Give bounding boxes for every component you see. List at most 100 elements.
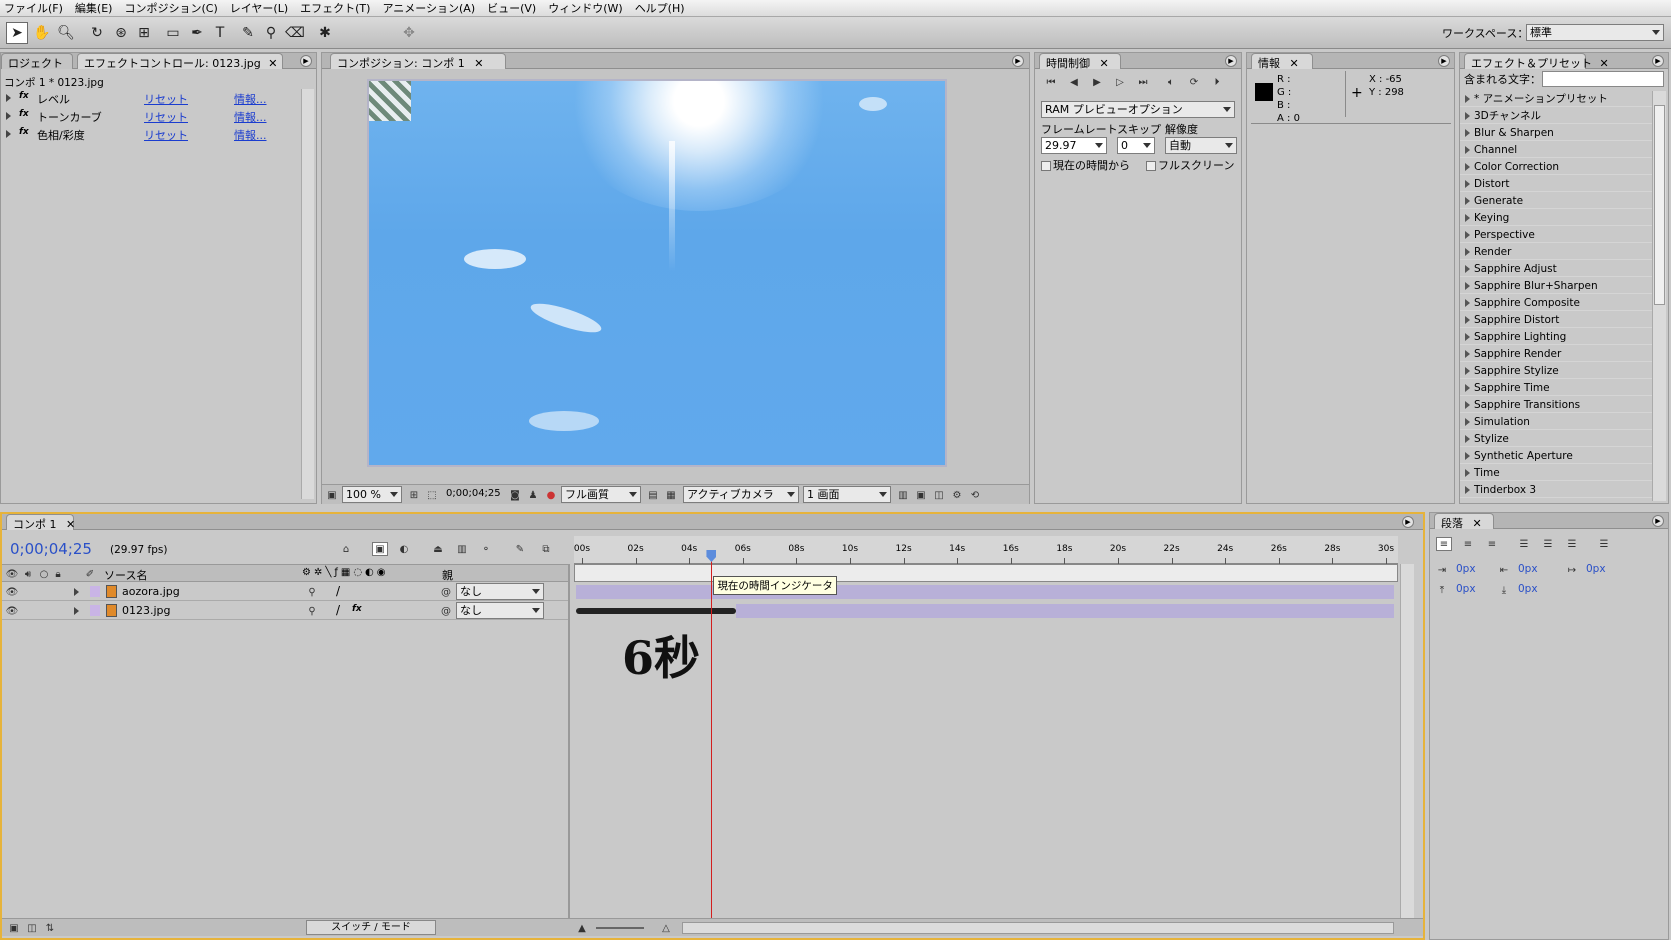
views-select[interactable]: 1 画面 — [803, 486, 891, 503]
rectangle-tool-icon[interactable]: ▭ — [162, 22, 184, 44]
menu-layer[interactable]: レイヤー(L) — [230, 0, 288, 16]
last-frame-icon[interactable]: ⏭ — [1135, 75, 1151, 89]
graph-editor-icon[interactable]: ⚬ — [478, 542, 494, 556]
horizontal-scrollbar[interactable] — [682, 922, 1394, 934]
quality-switch-icon[interactable]: / — [336, 603, 340, 617]
current-time-indicator[interactable] — [711, 550, 713, 930]
preset-item[interactable]: Color Correction — [1460, 159, 1652, 175]
parent-select[interactable]: なし — [456, 583, 544, 600]
from-current-checkbox[interactable]: 現在の時間から — [1041, 157, 1130, 173]
zoom-in-icon[interactable]: △ — [658, 921, 674, 935]
fx-icon[interactable]: fx — [19, 109, 29, 119]
preset-item[interactable]: Time — [1460, 465, 1652, 481]
zoom-tool-icon[interactable]: 🔍︎ — [55, 22, 77, 44]
skip-select[interactable]: 0 — [1117, 137, 1155, 154]
preset-item[interactable]: Render — [1460, 244, 1652, 260]
layer-row[interactable]: 👁︎ aozora.jpg ⚲ / @ なし — [2, 583, 568, 601]
scrollbar[interactable] — [1400, 564, 1414, 926]
panel-menu-icon[interactable]: ▶ — [1652, 515, 1664, 527]
tab-composition[interactable]: コンポジション: コンポ 1 ✕ — [330, 53, 506, 70]
menu-window[interactable]: ウィンドウ(W) — [548, 0, 622, 16]
preset-item[interactable]: Sapphire Time — [1460, 380, 1652, 396]
text-tool-icon[interactable]: T — [209, 22, 231, 44]
panel-menu-icon[interactable]: ▶ — [1012, 55, 1024, 67]
align-center-icon[interactable]: ≡ — [1460, 537, 1476, 551]
parent-header[interactable]: 親 — [442, 567, 453, 583]
workspace-select[interactable]: 標準 — [1526, 24, 1664, 41]
draft-icon[interactable]: ◐ — [396, 542, 412, 556]
layer-name[interactable]: 0123.jpg — [122, 604, 171, 617]
channel-icon[interactable]: ● — [543, 488, 559, 502]
layer-row[interactable]: 👁︎ 0123.jpg ⚲ / fx @ なし — [2, 602, 568, 620]
preset-item[interactable]: Sapphire Render — [1460, 346, 1652, 362]
align-left-icon[interactable]: ≡ — [1436, 537, 1452, 551]
menu-file[interactable]: ファイル(F) — [4, 0, 63, 16]
brush-tool-icon[interactable]: ✎ — [237, 22, 259, 44]
zoom-select[interactable]: 100 % — [342, 486, 402, 503]
close-icon[interactable]: ✕ — [474, 57, 483, 70]
close-icon[interactable]: ✕ — [1473, 517, 1482, 530]
preset-item[interactable]: 3Dチャンネル — [1460, 108, 1652, 124]
prev-frame-icon[interactable]: ◀ — [1066, 75, 1082, 89]
fullscreen-checkbox[interactable]: フルスクリーン — [1146, 157, 1234, 173]
preset-item[interactable]: Sapphire Distort — [1460, 312, 1652, 328]
indent-first-value[interactable]: 0px — [1586, 563, 1606, 575]
parent-select[interactable]: なし — [456, 602, 544, 619]
close-icon[interactable]: ✕ — [66, 518, 75, 531]
expand-icon[interactable] — [6, 130, 11, 138]
panel-menu-icon[interactable]: ▶ — [1438, 55, 1450, 67]
preset-item[interactable]: Tinderbox 3 — [1460, 482, 1652, 498]
comp-timecode[interactable]: 0;00;04;25 — [446, 488, 501, 499]
menu-view[interactable]: ビュー(V) — [487, 0, 536, 16]
search-input[interactable] — [1542, 71, 1664, 87]
menu-composition[interactable]: コンポジション(C) — [124, 0, 217, 16]
expand-icon[interactable] — [6, 94, 11, 102]
lock-icon[interactable]: 🔒︎ — [50, 567, 66, 581]
comp-mini-flowchart-icon[interactable]: ⌂ — [338, 542, 354, 556]
eraser-tool-icon[interactable]: ⌫ — [284, 22, 306, 44]
transparency-icon[interactable]: ▤ — [645, 488, 661, 502]
always-preview-icon[interactable]: ▣ — [324, 488, 340, 502]
expand-icon[interactable] — [74, 588, 79, 596]
quality-select[interactable]: フル画質 — [561, 486, 641, 503]
preset-item[interactable]: Perspective — [1460, 227, 1652, 243]
exposure-icon[interactable]: ⟲ — [967, 488, 983, 502]
transfer-controls-icon[interactable]: ◫ — [24, 921, 40, 935]
pickwhip-icon[interactable]: @ — [438, 585, 454, 599]
loop-icon[interactable]: ⟳ — [1186, 75, 1202, 89]
close-icon[interactable]: ✕ — [1600, 57, 1609, 70]
roi-icon[interactable]: ⬚ — [424, 488, 440, 502]
layer-bar[interactable] — [736, 604, 1394, 618]
time-ruler[interactable]: 00s 02s 04s 06s 08s 10s 12s 14s 16s 18s 20s 22s 24s 2… — [574, 536, 1398, 564]
indent-right-value[interactable]: 0px — [1518, 563, 1538, 575]
grid-icon[interactable]: ▦ — [663, 488, 679, 502]
motion-blur-icon[interactable]: ▥ — [454, 542, 470, 556]
label-icon[interactable]: ✐ — [82, 567, 98, 581]
tab-time-controls[interactable]: 時間制御 ✕ — [1039, 53, 1121, 70]
fx-icon[interactable]: fx — [19, 127, 29, 137]
shy-switch-icon[interactable]: ⚲ — [304, 585, 320, 599]
layer-bar[interactable] — [576, 585, 1394, 599]
tab-project[interactable]: ロジェクト — [1, 53, 73, 70]
checkbox-box[interactable] — [1146, 161, 1156, 171]
pickwhip-icon[interactable]: @ — [438, 604, 454, 618]
close-icon[interactable]: ✕ — [1290, 57, 1299, 70]
scrollbar[interactable] — [1652, 91, 1666, 501]
justify-all-icon[interactable]: ☰ — [1596, 537, 1612, 551]
pan-behind-icon[interactable]: ⊞ — [133, 22, 155, 44]
preset-item[interactable]: Simulation — [1460, 414, 1652, 430]
work-area-bar[interactable] — [574, 564, 1398, 582]
preset-item[interactable]: Synthetic Aperture — [1460, 448, 1652, 464]
pixel-aspect-icon[interactable]: ▣ — [913, 488, 929, 502]
pen-tool-icon[interactable]: ✒ — [186, 22, 208, 44]
reset-link[interactable]: リセット — [144, 91, 188, 107]
zoom-slider[interactable] — [596, 927, 644, 929]
preset-item[interactable]: Sapphire Adjust — [1460, 261, 1652, 277]
preset-item[interactable]: Keying — [1460, 210, 1652, 226]
timeline-timecode[interactable]: 0;00;04;25 — [10, 540, 92, 558]
fit-icon[interactable]: ⊞ — [406, 488, 422, 502]
tab-timeline[interactable]: コンポ 1 ✕ — [6, 514, 75, 531]
reset-link[interactable]: リセット — [144, 127, 188, 143]
camera-select[interactable]: アクティブカメラ — [683, 486, 799, 503]
space-before-value[interactable]: 0px — [1456, 583, 1476, 595]
